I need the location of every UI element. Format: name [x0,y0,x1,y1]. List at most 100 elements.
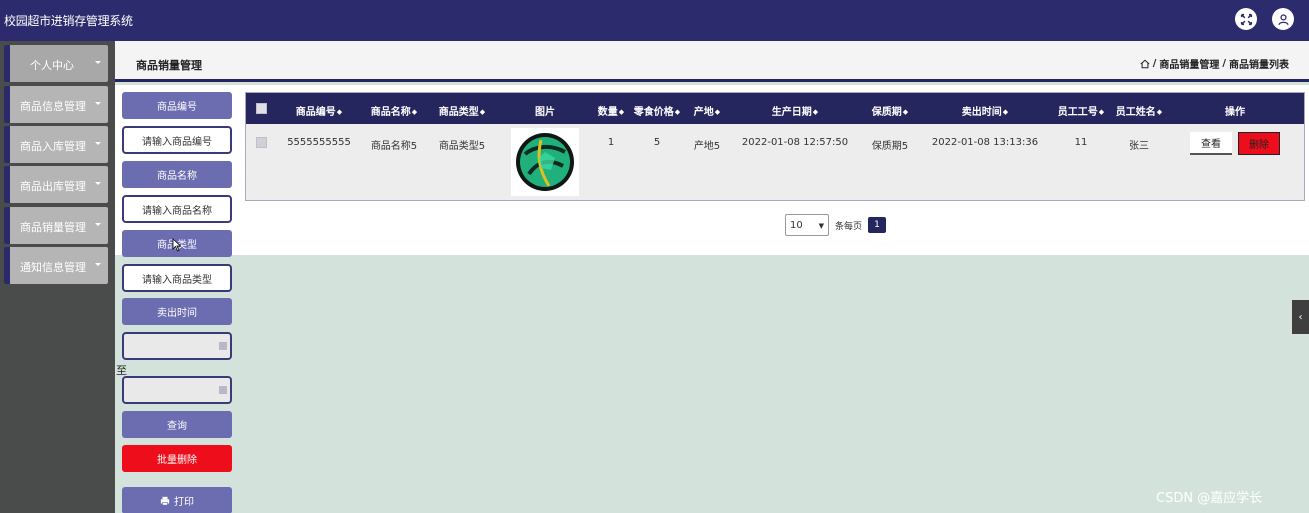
print-button-label: 打印 [174,497,194,508]
page-button-current[interactable]: 1 [868,217,887,233]
cell-staff-name: 张三 [1129,141,1149,152]
sidebar-item-stock-in[interactable]: 商品入库管理 [4,126,108,163]
sold-time-start-input[interactable] [122,332,232,360]
column-header-staff-name[interactable]: 员工姓名◆ [1116,103,1162,118]
code-search-input[interactable]: 请输入商品编号 [122,126,232,154]
cell-production-date: 2022-01-08 12:57:50 [741,137,849,148]
sort-icon: ◆ [1156,108,1163,116]
name-filter-label: 商品名称 [122,161,232,188]
top-bar: 校园超市进销存管理系统 [0,0,1309,41]
sort-icon: ◆ [674,108,681,116]
sidebar-item-label: 商品出库管理 [20,180,86,193]
breadcrumb-separator: / [1152,58,1157,69]
chevron-down-icon [95,142,101,145]
app-title: 校园超市进销存管理系统 [4,14,133,28]
sidebar-item-stock-out[interactable]: 商品出库管理 [4,166,108,203]
sidebar-item-label: 商品信息管理 [20,100,86,113]
calendar-icon [219,386,227,394]
cell-price: 5 [653,137,661,148]
sold-time-filter-label: 卖出时间 [122,298,232,325]
product-thumbnail [516,133,574,191]
column-header-label: 员工工号 [1057,107,1098,118]
column-header-label: 数量 [597,107,618,118]
breadcrumb-item-sales[interactable]: 商品销量管理 [1159,56,1219,71]
view-button[interactable]: 查看 [1190,132,1232,155]
fullscreen-icon-glyph [1240,13,1252,25]
sidebar-item-sales[interactable]: 商品销量管理 [4,207,108,244]
cell-origin: 产地5 [693,141,721,152]
user-icon[interactable] [1272,8,1294,30]
column-header-name[interactable]: 商品名称◆ [371,103,417,118]
sort-icon: ◆ [411,108,418,116]
breadcrumb-separator: / [1222,58,1226,69]
chevron-down-icon [95,263,101,266]
mouse-cursor-icon [172,238,182,252]
column-header-type[interactable]: 商品类型◆ [439,103,485,118]
page-title: 商品销量管理 [136,59,202,72]
select-all-checkbox[interactable] [256,103,267,114]
fullscreen-icon[interactable] [1235,8,1257,30]
table-row: 5555555555 商品名称5 商品类型5 1 5 产地5 2022-01-0… [246,124,1304,200]
column-header-label: 商品名称 [370,107,411,118]
column-header-label: 卖出时间 [961,107,1002,118]
row-checkbox[interactable] [256,137,267,148]
column-header-staff-id[interactable]: 员工工号◆ [1058,103,1104,118]
chevron-down-icon [95,182,101,185]
sidebar-item-label: 商品销量管理 [20,221,86,234]
sort-icon: ◆ [714,108,721,116]
column-header-code[interactable]: 商品编号◆ [296,103,342,118]
sidebar-item-product-info[interactable]: 商品信息管理 [4,86,108,123]
type-search-input[interactable]: 请输入商品类型 [122,264,232,292]
column-header-image: 图片 [535,107,555,118]
sales-table: 商品编号◆ 商品名称◆ 商品类型◆ 图片 数量◆ 零食价格◆ 产地◆ 生产日期◆… [245,92,1305,201]
sort-icon: ◆ [618,108,625,116]
sort-icon: ◆ [1002,108,1009,116]
cell-sold-time: 2022-01-08 13:13:36 [931,137,1039,148]
product-image[interactable] [511,128,579,196]
table-header: 商品编号◆ 商品名称◆ 商品类型◆ 图片 数量◆ 零食价格◆ 产地◆ 生产日期◆… [246,93,1304,124]
search-button[interactable]: 查询 [122,411,232,438]
user-icon-glyph [1277,13,1289,25]
breadcrumb-item-list: 商品销量列表 [1229,60,1289,71]
delete-button[interactable]: 删除 [1238,132,1280,155]
chevron-down-icon [95,223,101,226]
chevron-down-icon [95,61,101,64]
sort-icon: ◆ [902,108,909,116]
column-header-origin[interactable]: 产地◆ [694,103,720,118]
per-page-label: 条每页 [835,221,863,232]
cell-staff-id: 11 [1074,137,1088,148]
print-button[interactable]: 打印 [122,487,232,513]
sidebar-item-notices[interactable]: 通知信息管理 [4,247,108,284]
name-search-input[interactable]: 请输入商品名称 [122,195,232,223]
pagination: 10 ▼ 条每页 1 [785,214,887,236]
sidebar-item-personal-center[interactable]: 个人中心 [4,45,108,82]
page-size-value: 10 [790,219,803,231]
column-header-shelf-life[interactable]: 保质期◆ [872,103,908,118]
sort-icon: ◆ [812,108,819,116]
sold-time-end-input[interactable] [122,376,232,404]
column-header-label: 商品类型 [438,107,479,118]
sidebar-item-label: 个人中心 [30,59,74,72]
sidebar: 个人中心 商品信息管理 商品入库管理 商品出库管理 商品销量管理 通知信息管理 [0,41,115,513]
column-header-sold-time[interactable]: 卖出时间◆ [962,103,1008,118]
page-size-select[interactable]: 10 ▼ [785,214,829,236]
panel-toggle-button[interactable]: ‹ [1292,300,1309,334]
calendar-icon [219,342,227,350]
chevron-down-icon: ▼ [818,222,824,230]
column-header-label: 保质期 [871,107,902,118]
cell-name: 商品名称5 [370,141,418,152]
column-header-label: 产地 [693,107,714,118]
breadcrumb: / 商品销量管理 / 商品销量列表 [1140,56,1289,71]
column-header-price[interactable]: 零食价格◆ [634,103,680,118]
column-header-production-date[interactable]: 生产日期◆ [772,103,818,118]
printer-icon [160,496,170,505]
sidebar-item-label: 商品入库管理 [20,140,86,153]
cell-type: 商品类型5 [438,141,486,152]
sort-icon: ◆ [1098,108,1105,116]
sidebar-item-label: 通知信息管理 [20,261,86,274]
home-icon[interactable] [1140,59,1150,69]
column-header-quantity[interactable]: 数量◆ [598,103,624,118]
cell-code: 5555555555 [287,137,351,148]
column-header-label: 零食价格 [633,107,674,118]
batch-delete-button[interactable]: 批量删除 [122,445,232,472]
